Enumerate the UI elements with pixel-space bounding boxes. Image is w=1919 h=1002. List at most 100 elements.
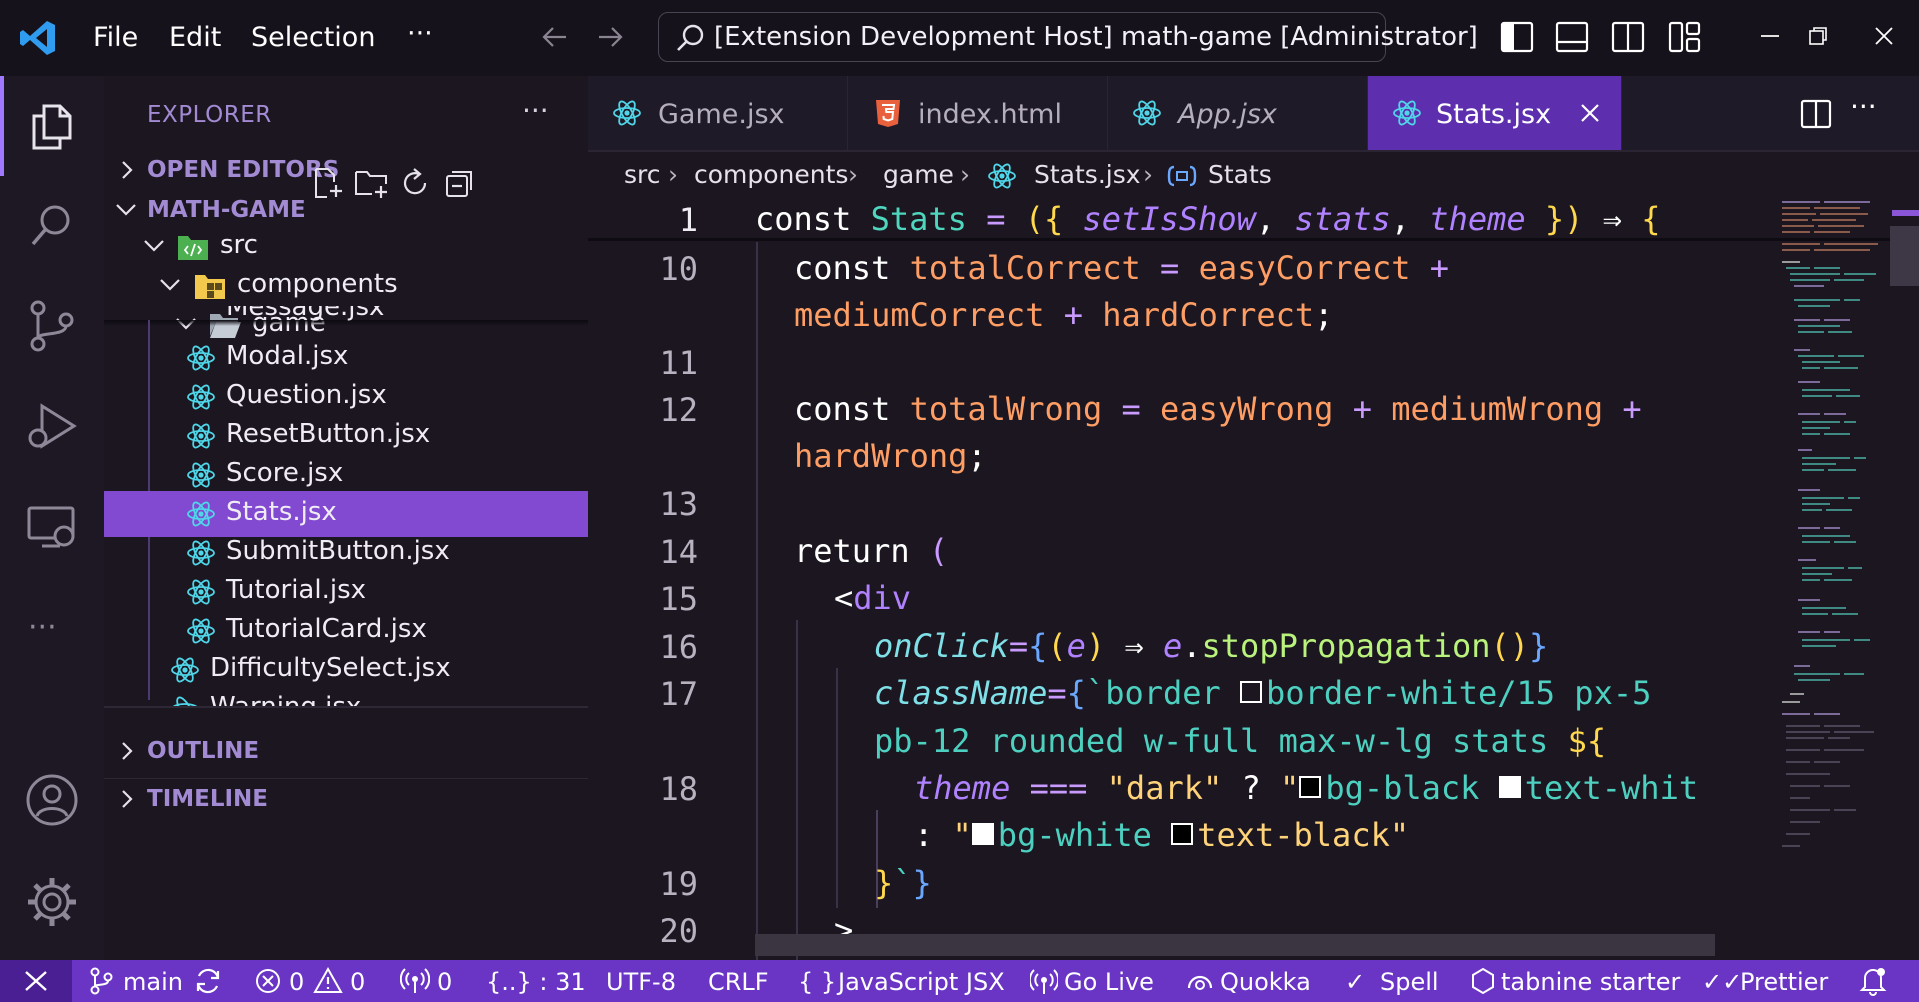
tab-stats-active[interactable]: Stats.jsx — [1368, 76, 1622, 150]
react-icon — [1132, 98, 1162, 128]
accounts-icon[interactable] — [24, 772, 80, 828]
section-divider — [104, 778, 588, 779]
line-number: 14 — [659, 533, 698, 571]
code-line-14[interactable]: return ( — [794, 532, 948, 570]
source-control-icon[interactable] — [24, 298, 80, 354]
code-line-1[interactable]: const Stats = ({ setIsShow, stats, theme… — [755, 200, 1660, 238]
tabnine-icon[interactable] — [1470, 967, 1496, 995]
remote-explorer-icon[interactable] — [24, 498, 80, 554]
breadcrumb-src[interactable]: src — [624, 160, 661, 189]
code-line-19[interactable]: }`} — [874, 864, 932, 902]
forward-arrow-icon[interactable] — [593, 20, 627, 54]
tabnine-status[interactable]: tabnine starter — [1501, 968, 1680, 996]
menu-more-icon[interactable]: ··· — [407, 18, 433, 49]
close-tab-icon[interactable] — [1578, 101, 1602, 125]
breadcrumb-file[interactable]: Stats.jsx — [1034, 160, 1141, 189]
file-row[interactable]: Message.jsx — [104, 306, 588, 334]
ports-count[interactable]: 0 — [437, 968, 452, 996]
warning-icon[interactable] — [313, 966, 343, 994]
restore-icon[interactable] — [1805, 23, 1831, 49]
code-line-10[interactable]: const totalCorrect = easyCorrect + — [794, 249, 1449, 287]
eol-status[interactable]: CRLF — [708, 968, 769, 996]
file-row[interactable]: Warning.jsx — [104, 686, 588, 706]
file-label: SubmitButton.jsx — [226, 536, 450, 566]
minimize-icon[interactable] — [1757, 23, 1783, 49]
git-branch-label[interactable]: main — [123, 968, 183, 996]
breadcrumb-game[interactable]: game — [883, 160, 954, 189]
close-window-icon[interactable] — [1871, 23, 1897, 49]
go-live-button[interactable]: Go Live — [1064, 968, 1154, 996]
breadcrumb-symbol[interactable]: Stats — [1208, 160, 1272, 189]
tab-label: App.jsx — [1178, 99, 1277, 130]
manage-gear-icon[interactable] — [24, 874, 80, 930]
encoding-status[interactable]: UTF-8 — [606, 968, 676, 996]
error-icon[interactable] — [254, 967, 282, 995]
customize-layout-icon[interactable] — [1668, 20, 1702, 54]
chevron-right-icon[interactable] — [116, 740, 138, 762]
menu-file[interactable]: File — [93, 22, 138, 53]
breadcrumb-components[interactable]: components — [694, 160, 848, 189]
search-view-icon[interactable] — [24, 198, 80, 254]
menu-edit[interactable]: Edit — [169, 22, 221, 53]
refresh-icon[interactable] — [399, 166, 431, 200]
code-line-17[interactable]: className={`border border-white/15 px-5 — [874, 674, 1651, 712]
horizontal-scrollbar-thumb[interactable] — [755, 934, 1715, 956]
more-views-icon[interactable]: ··· — [28, 610, 57, 645]
explorer-more-icon[interactable]: ··· — [522, 94, 549, 127]
error-count[interactable]: 0 — [289, 968, 304, 996]
code-line-18[interactable]: theme === "dark" ? " bg-black text-whit — [914, 769, 1698, 807]
remote-indicator[interactable] — [0, 960, 72, 1002]
code-line-16[interactable]: onClick={(e) ⇒ e.stopPropagation()} — [874, 627, 1548, 665]
git-branch-icon[interactable] — [88, 966, 114, 996]
toggle-panel-icon[interactable] — [1555, 20, 1589, 54]
back-arrow-icon[interactable] — [538, 20, 572, 54]
sticky-scroll-shadow — [588, 238, 1919, 241]
command-center[interactable]: [Extension Development Host] math-game [… — [658, 12, 1478, 62]
timeline-section[interactable]: TIMELINE — [147, 786, 268, 812]
quokka-status[interactable]: Quokka — [1220, 968, 1311, 996]
chevron-down-icon[interactable] — [114, 198, 138, 220]
toggle-secondary-sidebar-icon[interactable] — [1611, 20, 1645, 54]
editor-more-icon[interactable]: ··· — [1850, 90, 1877, 123]
code-line-17-wrap[interactable]: pb-12 rounded w-full max-w-lg stats ${ — [874, 722, 1606, 760]
tab-index-html[interactable]: index.html — [848, 76, 1108, 150]
warning-count[interactable]: 0 — [350, 968, 365, 996]
menu-selection[interactable]: Selection — [251, 22, 375, 53]
open-editors-section[interactable]: OPEN EDITORS — [147, 157, 339, 183]
collapse-all-icon[interactable] — [444, 166, 476, 200]
code-line-12-wrap[interactable]: hardWrong; — [794, 437, 987, 475]
color-swatch — [1498, 776, 1521, 798]
chevron-right-icon[interactable] — [116, 788, 138, 810]
tab-app[interactable]: App.jsx — [1108, 76, 1368, 150]
explorer-files-icon[interactable] — [24, 98, 80, 154]
sync-icon[interactable] — [193, 966, 223, 996]
prettier-check-icon[interactable]: ✓✓ — [1702, 968, 1742, 996]
indent-guide — [796, 620, 798, 960]
spell-status[interactable]: Spell — [1380, 968, 1439, 996]
language-mode[interactable]: JavaScript JSX — [838, 968, 1005, 996]
language-braces-icon[interactable]: { } — [798, 968, 836, 996]
notifications-bell-icon[interactable] — [1858, 965, 1888, 997]
spell-check-icon[interactable]: ✓ — [1345, 968, 1365, 996]
ports-broadcast-icon[interactable] — [400, 966, 430, 996]
code-line-18-wrap[interactable]: : " bg-white text-black" — [914, 816, 1409, 854]
quokka-icon[interactable] — [1186, 968, 1214, 994]
code-line-15[interactable]: <div — [834, 579, 911, 617]
toggle-primary-sidebar-icon[interactable] — [1500, 20, 1534, 54]
json-path-status[interactable]: {..} : 31 — [486, 968, 586, 996]
chevron-right-icon[interactable] — [116, 159, 138, 181]
code-line-10-wrap[interactable]: mediumCorrect + hardCorrect; — [794, 296, 1333, 334]
outline-section[interactable]: OUTLINE — [147, 738, 259, 764]
go-live-icon[interactable] — [1030, 966, 1058, 996]
breadcrumb-separator-icon: › — [960, 160, 970, 189]
new-folder-icon[interactable] — [354, 166, 390, 200]
vertical-scrollbar-thumb[interactable] — [1890, 226, 1919, 286]
code-line-12[interactable]: const totalWrong = easyWrong + mediumWro… — [794, 390, 1642, 428]
run-and-debug-icon[interactable] — [24, 398, 80, 454]
tab-game[interactable]: Game.jsx — [588, 76, 848, 150]
project-folder-title[interactable]: MATH-GAME — [147, 197, 306, 223]
minimap[interactable] — [1780, 200, 1890, 940]
split-editor-icon[interactable] — [1800, 98, 1832, 130]
new-file-icon[interactable] — [312, 166, 344, 200]
prettier-status[interactable]: Prettier — [1740, 968, 1828, 996]
